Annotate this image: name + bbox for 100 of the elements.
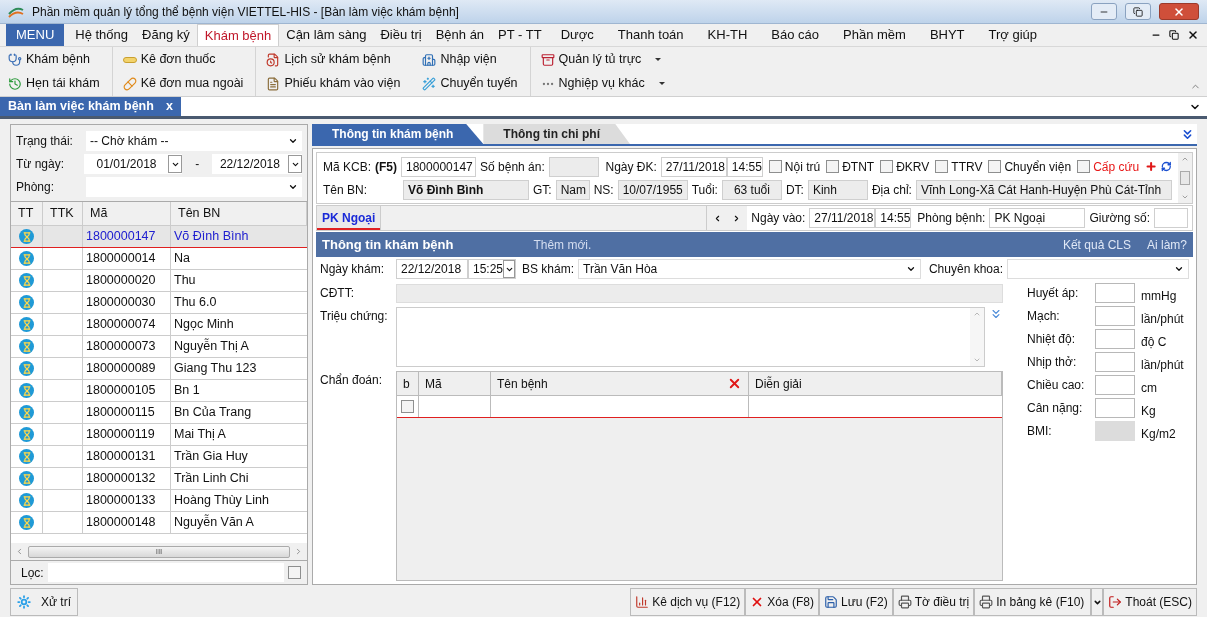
ethnicity-field[interactable]: Kinh (807, 179, 868, 200)
column-header[interactable]: b (397, 372, 419, 395)
menu-item[interactable]: Điều trị (373, 24, 429, 46)
patient-row[interactable]: 1800000074 Ngọc Minh (11, 314, 307, 336)
patient-row[interactable]: 1800000105 Bn 1 (11, 380, 307, 402)
checkbox[interactable] (288, 566, 301, 579)
patient-row[interactable]: 1800000089 Giang Thu 123 (11, 358, 307, 380)
action-button[interactable]: Xử trí (10, 588, 79, 616)
plus-icon[interactable] (1145, 159, 1158, 174)
scroll-thumb[interactable] (1180, 171, 1190, 185)
checkbox[interactable] (935, 160, 949, 173)
date-picker[interactable]: 22/12/2018 (211, 154, 302, 174)
patient-row[interactable]: 1800000132 Trần Linh Chi (11, 468, 307, 490)
menu-item[interactable]: Trợ giúp (976, 24, 1050, 46)
action-button[interactable]: Xóa (F8) (745, 588, 819, 616)
status-select[interactable]: -- Chờ khám -- (86, 131, 302, 151)
action-button[interactable]: Tờ điều trị (892, 588, 975, 616)
vital-field[interactable] (1095, 328, 1135, 349)
time-field[interactable]: 14:55 (875, 208, 912, 228)
menu-item[interactable]: Cận lâm sàng (279, 24, 374, 46)
patient-row[interactable]: 1800000115 Bn Của Trang (11, 402, 307, 424)
column-header[interactable]: TT (11, 202, 43, 225)
patient-row[interactable]: 1800000148 Nguyễn Văn A (11, 512, 307, 534)
bed-field[interactable] (1154, 208, 1188, 228)
menu-item[interactable]: Bệnh án (428, 24, 492, 46)
vital-field[interactable] (1095, 351, 1135, 372)
vital-field[interactable] (1095, 374, 1135, 395)
vital-field[interactable] (1095, 397, 1135, 418)
column-header[interactable]: Mã (83, 202, 171, 225)
delete-icon[interactable] (727, 376, 742, 391)
column-header[interactable]: TTK (43, 202, 83, 225)
room-tab[interactable]: PK Ngoại (317, 206, 382, 230)
action-button[interactable]: Thoát (ESC) (1103, 588, 1197, 616)
menu-item[interactable]: PT - TT (491, 24, 549, 46)
time-field[interactable]: 15:25 (468, 259, 516, 279)
horizontal-scrollbar[interactable]: III (11, 543, 307, 560)
ribbon-button[interactable]: Quản lý tủ trực (540, 50, 665, 69)
checkbox[interactable] (768, 160, 782, 173)
restore-icon[interactable] (1169, 30, 1179, 40)
birth-date-field[interactable]: 10/07/1955 (617, 179, 688, 200)
checkbox[interactable] (1077, 160, 1091, 173)
action-button[interactable]: Lưu (F2) (818, 588, 893, 616)
patient-name-field[interactable]: Võ Đình Bình (403, 179, 529, 200)
patient-row[interactable]: 1800000133 Hoàng Thùy Linh (11, 490, 307, 512)
doctor-select[interactable]: Trần Văn Hòa (578, 259, 921, 279)
symptoms-field[interactable] (396, 307, 985, 367)
ribbon-button[interactable]: Khám bệnh (8, 50, 100, 69)
action-button[interactable]: Kê dịch vụ (F12) (630, 588, 746, 616)
minimize-button[interactable] (1091, 3, 1117, 20)
main-menu-button[interactable]: MENU (6, 24, 65, 46)
ribbon-button[interactable]: Lịch sử khám bệnh (266, 50, 401, 69)
refresh-icon[interactable] (1161, 160, 1172, 173)
date-field[interactable]: 27/11/2018 (809, 208, 876, 228)
vital-field[interactable] (1095, 420, 1135, 441)
restore-button[interactable] (1125, 3, 1151, 20)
ribbon-button[interactable]: Chuyển tuyến (422, 74, 518, 93)
column-header[interactable]: Tên BN (171, 202, 307, 225)
time-field[interactable]: 14:55 (726, 156, 763, 177)
menu-item[interactable]: Dược (548, 24, 606, 46)
column-header[interactable]: Diễn giải (749, 372, 1002, 395)
menu-item[interactable]: Phần mềm (831, 24, 918, 46)
ribbon-button[interactable]: Nghiệp vụ khác (540, 74, 665, 93)
ribbon-button[interactable]: Nhập viện (422, 50, 518, 69)
patient-row[interactable]: 1800000147 Võ Đình Bình (11, 226, 307, 248)
menu-item[interactable]: Hệ thống (68, 24, 136, 46)
date-picker[interactable]: 01/01/2018 (84, 154, 183, 174)
expand-icon[interactable] (989, 307, 1003, 321)
header-link[interactable]: Kết quả CLS (1062, 235, 1131, 254)
checkbox[interactable] (826, 160, 840, 173)
panel-tab[interactable]: Thông tin khám bệnh (312, 124, 484, 144)
column-header[interactable]: Mã (419, 372, 491, 395)
menu-item[interactable]: Đăng ký (135, 24, 197, 46)
header-link[interactable]: Ai làm? (1147, 235, 1187, 254)
dropdown-button[interactable] (503, 260, 515, 278)
menu-item[interactable]: Báo cáo (759, 24, 831, 46)
ribbon-button[interactable]: Phiếu khám vào viện (266, 74, 401, 93)
ribbon-button[interactable]: Kê đơn thuốc (122, 50, 244, 69)
record-field[interactable] (548, 156, 600, 177)
room-field[interactable]: PK Ngoại (989, 208, 1086, 228)
date-field[interactable]: 22/12/2018 (396, 259, 468, 279)
age-field[interactable]: 63 tuổi (721, 179, 782, 200)
patient-row[interactable]: 1800000131 Trần Gia Huy (11, 446, 307, 468)
checkbox[interactable] (880, 160, 894, 173)
dropdown-button[interactable] (288, 155, 302, 173)
patient-row[interactable]: 1800000119 Mai Thị A (11, 424, 307, 446)
date-field[interactable]: 27/11/2018 (660, 156, 727, 177)
document-tab[interactable]: Bàn làm việc khám bệnh x (0, 97, 181, 116)
panel-tab[interactable]: Thông tin chi phí (483, 124, 630, 144)
kcb-field[interactable]: 1800000147 (401, 156, 476, 177)
patient-row[interactable]: 1800000073 Nguyễn Thị A (11, 336, 307, 358)
menu-item[interactable]: Thanh toán (605, 24, 696, 46)
ribbon-button[interactable]: Hẹn tái khám (8, 74, 100, 93)
patient-row[interactable]: 1800000030 Thu 6.0 (11, 292, 307, 314)
vertical-scrollbar[interactable] (1178, 153, 1192, 203)
pre-diagnosis-field[interactable] (396, 283, 1003, 303)
vital-field[interactable] (1095, 305, 1135, 326)
vital-field[interactable] (1095, 282, 1135, 303)
patient-row[interactable]: 1800000014 Na (11, 248, 307, 270)
checkbox[interactable] (988, 160, 1002, 173)
menu-item[interactable]: BHYT (917, 24, 977, 46)
